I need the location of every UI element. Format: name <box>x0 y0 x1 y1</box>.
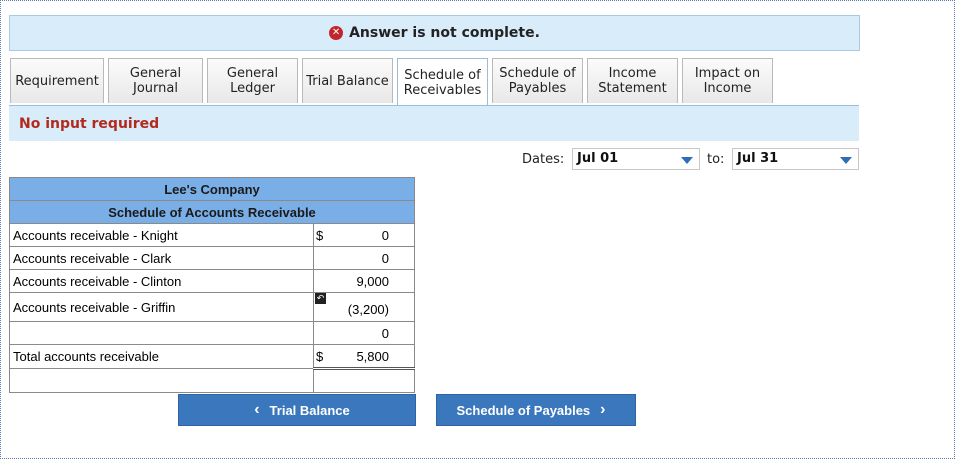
tab-requirement[interactable]: Requirement <box>10 58 104 103</box>
tab-schedule-of-receivables[interactable]: Schedule of Receivables <box>397 58 488 106</box>
chevron-left-icon: ‹ <box>254 401 260 418</box>
row-label: Accounts receivable - Griffin <box>9 292 314 322</box>
tab-schedule-of-payables[interactable]: Schedule of Payables <box>492 58 583 103</box>
chevron-down-icon <box>840 157 852 164</box>
schedule-title: Schedule of Accounts Receivable <box>9 200 415 224</box>
amount-cell[interactable] <box>313 368 415 393</box>
date-from-select[interactable]: Jul 01 <box>572 148 700 170</box>
to-label: to: <box>707 152 725 167</box>
next-schedule-of-payables-button[interactable]: Schedule of Payables › <box>436 394 636 426</box>
row-label: Accounts receivable - Clinton <box>9 269 314 293</box>
row-label: Accounts receivable - Knight <box>9 223 314 247</box>
company-name: Lee's Company <box>9 177 415 201</box>
amount-cell[interactable]: 0 <box>313 246 415 270</box>
table-row: 0 <box>9 321 415 345</box>
row-label[interactable] <box>9 321 314 345</box>
schedule-table: Lee's Company Schedule of Accounts Recei… <box>9 177 415 393</box>
table-row <box>9 368 415 393</box>
tab-general-ledger[interactable]: General Ledger <box>207 58 298 103</box>
table-row: Accounts receivable - Clinton 9,000 <box>9 269 415 293</box>
banner-text: Answer is not complete. <box>349 25 540 41</box>
dates-label: Dates: <box>522 152 565 167</box>
total-row: Total accounts receivable $5,800 <box>9 344 415 370</box>
amount-cell[interactable]: ↶ (3,200) <box>313 292 415 322</box>
total-amount-cell[interactable]: $5,800 <box>313 344 415 370</box>
close-circle-icon: ✕ <box>329 26 344 40</box>
tab-bar: Requirement General Journal General Ledg… <box>10 58 777 106</box>
total-label: Total accounts receivable <box>9 344 314 369</box>
tab-trial-balance[interactable]: Trial Balance <box>302 58 393 103</box>
amount-cell[interactable]: 9,000 <box>313 269 415 293</box>
status-banner: ✕ Answer is not complete. <box>9 15 860 51</box>
chevron-right-icon: › <box>600 401 606 418</box>
undo-icon[interactable]: ↶ <box>315 293 326 304</box>
dollar-sign: $ <box>316 349 324 364</box>
table-row: Accounts receivable - Knight $0 <box>9 223 415 247</box>
table-row: Accounts receivable - Clark 0 <box>9 246 415 270</box>
amount-cell[interactable]: 0 <box>313 321 415 345</box>
row-label[interactable] <box>9 368 314 393</box>
prev-trial-balance-button[interactable]: ‹ Trial Balance <box>178 394 416 426</box>
no-input-notice: No input required <box>9 106 859 141</box>
amount-cell[interactable]: $0 <box>313 223 415 247</box>
chevron-down-icon <box>681 157 693 164</box>
tab-impact-on-income[interactable]: Impact on Income <box>682 58 773 103</box>
tab-general-journal[interactable]: General Journal <box>108 58 203 103</box>
row-label: Accounts receivable - Clark <box>9 246 314 270</box>
table-row: Accounts receivable - Griffin ↶ (3,200) <box>9 292 415 322</box>
tab-income-statement[interactable]: Income Statement <box>587 58 678 103</box>
date-to-select[interactable]: Jul 31 <box>732 148 859 170</box>
dollar-sign: $ <box>316 228 324 243</box>
